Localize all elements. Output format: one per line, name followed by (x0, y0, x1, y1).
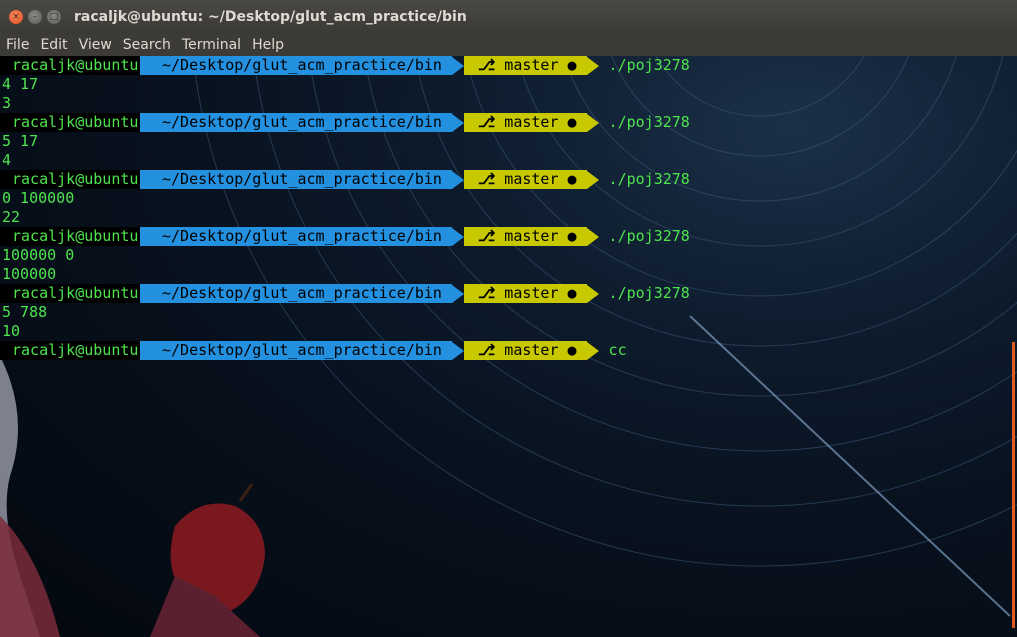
command-text: ./poj3278 (608, 170, 690, 188)
prompt-user: racaljk@ubuntu (0, 284, 140, 303)
menu-terminal[interactable]: Terminal (182, 37, 241, 53)
prompt-user: racaljk@ubuntu (0, 56, 140, 75)
maximize-button[interactable]: □ (47, 10, 61, 24)
prompt-path-text: ~/Desktop/glut_acm_practice/bin (162, 341, 442, 359)
prompt-git: ⎇ master ● (463, 113, 587, 132)
prompt-user: racaljk@ubuntu (0, 170, 140, 189)
git-separator-icon (586, 56, 599, 75)
close-icon: × (12, 11, 20, 22)
dirty-dot-icon: ● (567, 227, 577, 245)
prompt-path: ~/Desktop/glut_acm_practice/bin (140, 227, 452, 246)
output-line: 5 788 (2, 303, 48, 321)
scroll-indicator[interactable] (1012, 342, 1015, 628)
close-button[interactable]: × (9, 10, 23, 24)
terminal-area[interactable]: racaljk@ubuntu ~/Desktop/glut_acm_practic… (0, 56, 1017, 637)
path-separator-icon (451, 170, 464, 189)
prompt-git: ⎇ master ● (463, 227, 587, 246)
prompt-line: racaljk@ubuntu ~/Desktop/glut_acm_practic… (0, 170, 1017, 189)
title-bar[interactable]: × – □ racaljk@ubuntu: ~/Desktop/glut_acm… (0, 0, 1017, 34)
prompt-line: racaljk@ubuntu ~/Desktop/glut_acm_practic… (0, 341, 1017, 360)
prompt-path: ~/Desktop/glut_acm_practice/bin (140, 113, 452, 132)
prompt-git: ⎇ master ● (463, 56, 587, 75)
command-text: cc (608, 341, 627, 359)
menu-edit[interactable]: Edit (40, 37, 67, 53)
prompt-line: racaljk@ubuntu ~/Desktop/glut_acm_practic… (0, 56, 1017, 75)
window-title: racaljk@ubuntu: ~/Desktop/glut_acm_pract… (74, 9, 467, 25)
output-line: 22 (2, 208, 21, 226)
git-branch-name: master (504, 341, 559, 359)
prompt-path-text: ~/Desktop/glut_acm_practice/bin (162, 227, 442, 245)
maximize-icon: □ (49, 11, 59, 22)
minimize-icon: – (32, 11, 38, 22)
git-branch-icon: ⎇ (477, 284, 496, 302)
command-text: ./poj3278 (608, 227, 690, 245)
git-branch-icon: ⎇ (477, 227, 496, 245)
path-separator-icon (451, 341, 464, 360)
git-separator-icon (586, 284, 599, 303)
output-line: 100000 (2, 265, 57, 283)
terminal-output: racaljk@ubuntu ~/Desktop/glut_acm_practic… (0, 56, 1017, 360)
prompt-path: ~/Desktop/glut_acm_practice/bin (140, 56, 452, 75)
character-illustration (0, 356, 265, 637)
git-branch-name: master (504, 170, 559, 188)
path-separator-icon (451, 227, 464, 246)
prompt-git: ⎇ master ● (463, 284, 587, 303)
menu-bar: File Edit View Search Terminal Help (0, 34, 1017, 56)
command-text: ./poj3278 (608, 284, 690, 302)
prompt-line: racaljk@ubuntu ~/Desktop/glut_acm_practic… (0, 227, 1017, 246)
prompt-path-text: ~/Desktop/glut_acm_practice/bin (162, 284, 442, 302)
git-branch-icon: ⎇ (477, 56, 496, 74)
path-separator-icon (451, 113, 464, 132)
git-branch-name: master (504, 113, 559, 131)
output-line: 0 100000 (2, 189, 75, 207)
dirty-dot-icon: ● (567, 341, 577, 359)
command-text: ./poj3278 (608, 113, 690, 131)
git-branch-name: master (504, 227, 559, 245)
dirty-dot-icon: ● (567, 170, 577, 188)
prompt-user: racaljk@ubuntu (0, 113, 140, 132)
git-branch-name: master (504, 56, 559, 74)
menu-search[interactable]: Search (123, 37, 171, 53)
dirty-dot-icon: ● (567, 56, 577, 74)
git-separator-icon (586, 341, 599, 360)
prompt-line: racaljk@ubuntu ~/Desktop/glut_acm_practic… (0, 113, 1017, 132)
prompt-user: racaljk@ubuntu (0, 341, 140, 360)
prompt-path: ~/Desktop/glut_acm_practice/bin (140, 341, 452, 360)
output-line: 10 (2, 322, 21, 340)
git-branch-icon: ⎇ (477, 113, 496, 131)
prompt-git: ⎇ master ● (463, 170, 587, 189)
command-text: ./poj3278 (608, 56, 690, 74)
output-line: 3 (2, 94, 12, 112)
git-branch-name: master (504, 284, 559, 302)
prompt-path: ~/Desktop/glut_acm_practice/bin (140, 284, 452, 303)
output-line: 4 17 (2, 75, 39, 93)
menu-view[interactable]: View (79, 37, 112, 53)
dirty-dot-icon: ● (567, 284, 577, 302)
path-separator-icon (451, 56, 464, 75)
git-separator-icon (586, 170, 599, 189)
output-line: 5 17 (2, 132, 39, 150)
minimize-button[interactable]: – (28, 10, 42, 24)
prompt-path-text: ~/Desktop/glut_acm_practice/bin (162, 170, 442, 188)
menu-file[interactable]: File (6, 37, 29, 53)
menu-help[interactable]: Help (252, 37, 284, 53)
git-separator-icon (586, 227, 599, 246)
prompt-user: racaljk@ubuntu (0, 227, 140, 246)
output-line: 100000 0 (2, 246, 75, 264)
git-separator-icon (586, 113, 599, 132)
prompt-line: racaljk@ubuntu ~/Desktop/glut_acm_practic… (0, 284, 1017, 303)
git-branch-icon: ⎇ (477, 170, 496, 188)
prompt-path: ~/Desktop/glut_acm_practice/bin (140, 170, 452, 189)
output-line: 4 (2, 151, 12, 169)
prompt-git: ⎇ master ● (463, 341, 587, 360)
prompt-path-text: ~/Desktop/glut_acm_practice/bin (162, 113, 442, 131)
path-separator-icon (451, 284, 464, 303)
dirty-dot-icon: ● (567, 113, 577, 131)
prompt-path-text: ~/Desktop/glut_acm_practice/bin (162, 56, 442, 74)
git-branch-icon: ⎇ (477, 341, 496, 359)
